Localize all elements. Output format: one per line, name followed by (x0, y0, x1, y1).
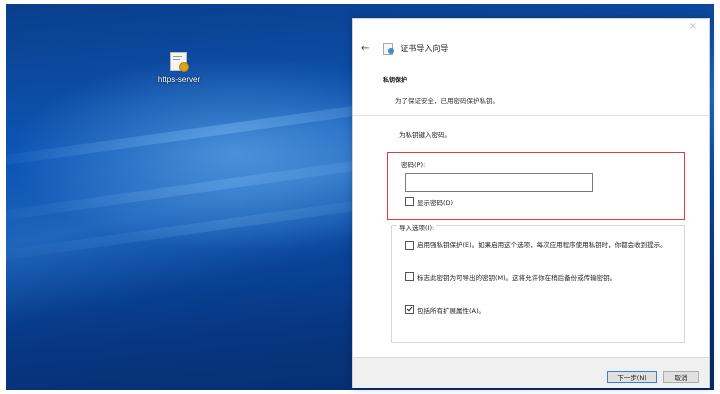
certificate-wizard-icon (383, 42, 395, 55)
password-field[interactable] (405, 173, 593, 192)
back-arrow-icon[interactable]: ← (361, 43, 369, 54)
section-subtitle: 为了保证安全，已用密码保护私钥。 (395, 97, 499, 105)
wizard-title: 证书导入向导 (400, 43, 449, 53)
extended-properties-option[interactable]: 包括所有扩展属性(A)。 (405, 305, 485, 315)
show-password-label: 显示密码(D) (417, 199, 454, 207)
extended-properties-label: 包括所有扩展属性(A)。 (417, 307, 486, 315)
cancel-button[interactable]: 取消 (663, 371, 699, 383)
exportable-key-checkbox[interactable] (405, 272, 414, 281)
show-password-checkbox[interactable] (405, 197, 414, 206)
certificate-file-icon (170, 52, 189, 72)
exportable-key-option[interactable]: 标志此密钥为可导出的密钥(M)。这将允许你在稍后备份或传输密钥。 (405, 272, 675, 282)
password-prompt: 为私钥键入密码。 (399, 131, 451, 139)
password-label: 密码(P): (401, 161, 426, 169)
wizard-title-bar: ← 证书导入向导 (361, 41, 448, 55)
strong-protection-option[interactable]: 启用强私钥保护(E)。如果启用这个选项，每次应用程序使用私钥时，你都会收到提示。 (405, 241, 675, 250)
desktop-icon-https-server[interactable]: https-server (144, 52, 214, 84)
extended-properties-checkbox[interactable] (405, 305, 414, 314)
strong-protection-checkbox[interactable] (405, 241, 414, 250)
certificate-import-wizard: × ← 证书导入向导 私钥保护 为了保证安全，已用密码保护私钥。 为私钥键入密码… (352, 18, 710, 388)
exportable-key-label: 标志此密钥为可导出的密钥(M)。这将允许你在稍后备份或传输密钥。 (417, 274, 617, 282)
header-divider (353, 115, 709, 116)
import-options-label: 导入选项(I): (397, 222, 437, 232)
section-title: 私钥保护 (383, 77, 408, 84)
strong-protection-label: 启用强私钥保护(E)。如果启用这个选项，每次应用程序使用私钥时，你都会收到提示。 (417, 241, 667, 249)
next-button[interactable]: 下一步(N) (607, 371, 657, 383)
show-password-option[interactable]: 显示密码(D) (405, 197, 453, 207)
screenshot-frame: https-server × ← 证书导入向导 私钥保护 为了保证安全，已用密码… (0, 0, 720, 394)
desktop-icon-label: https-server (157, 75, 201, 84)
close-icon[interactable]: × (689, 21, 697, 32)
